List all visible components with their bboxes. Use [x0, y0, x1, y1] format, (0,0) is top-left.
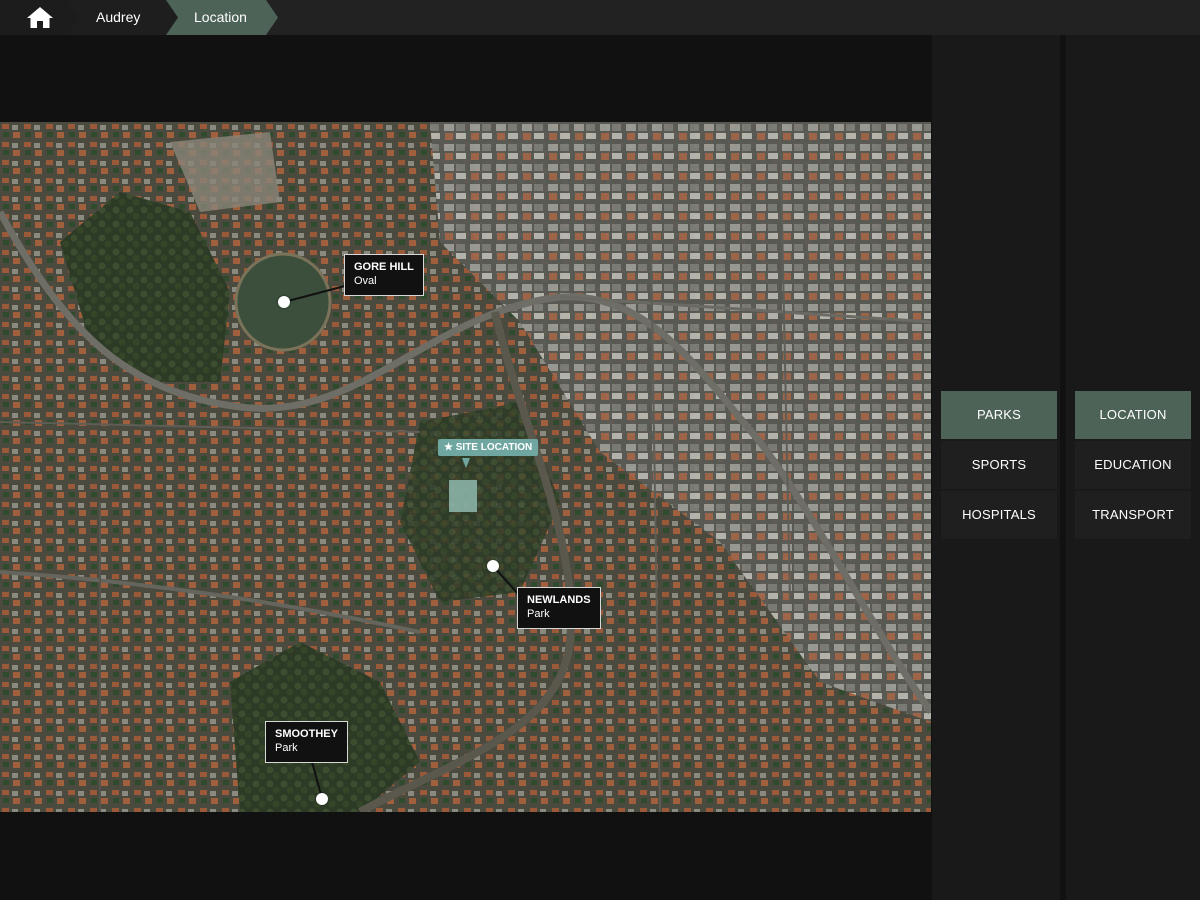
breadcrumb: Audrey Location	[0, 0, 1200, 35]
filter-button-education[interactable]: EDUCATION	[1075, 441, 1191, 489]
star-icon: ★	[444, 442, 453, 453]
map-label-title: SMOOTHEY	[275, 728, 338, 740]
home-icon	[27, 7, 53, 28]
aerial-map[interactable]: GORE HILL Oval ★ SITE LOCATION NEWLANDS …	[0, 122, 931, 812]
breadcrumb-item-audrey[interactable]: Audrey	[68, 0, 180, 35]
breadcrumb-home[interactable]	[0, 0, 80, 35]
filter-button-parks[interactable]: PARKS	[941, 391, 1057, 439]
map-label-title: GORE HILL	[354, 261, 414, 273]
map-label-gore-hill[interactable]: GORE HILL Oval	[344, 254, 424, 296]
map-marker-gore-hill[interactable]	[278, 296, 290, 308]
map-label-subtitle: Park	[527, 608, 550, 620]
map-label-smoothey[interactable]: SMOOTHEY Park	[265, 721, 348, 763]
map-marker-smoothey[interactable]	[316, 793, 328, 805]
map-label-newlands[interactable]: NEWLANDS Park	[517, 587, 601, 629]
filter-button-location[interactable]: LOCATION	[1075, 391, 1191, 439]
map-label-subtitle: Oval	[354, 275, 377, 287]
filter-button-sports[interactable]: SPORTS	[941, 441, 1057, 489]
map-label-title: NEWLANDS	[527, 594, 591, 606]
map-marker-newlands[interactable]	[487, 560, 499, 572]
site-location-text: SITE LOCATION	[455, 442, 533, 453]
breadcrumb-label: Location	[194, 9, 247, 25]
breadcrumb-label: Audrey	[96, 9, 141, 25]
map-imagery	[0, 122, 931, 812]
filter-button-hospitals[interactable]: HOSPITALS	[941, 491, 1057, 539]
breadcrumb-item-location[interactable]: Location	[166, 0, 278, 35]
filter-button-transport[interactable]: TRANSPORT	[1075, 491, 1191, 539]
map-label-subtitle: Park	[275, 742, 298, 754]
site-location-label[interactable]: ★ SITE LOCATION	[438, 439, 539, 456]
